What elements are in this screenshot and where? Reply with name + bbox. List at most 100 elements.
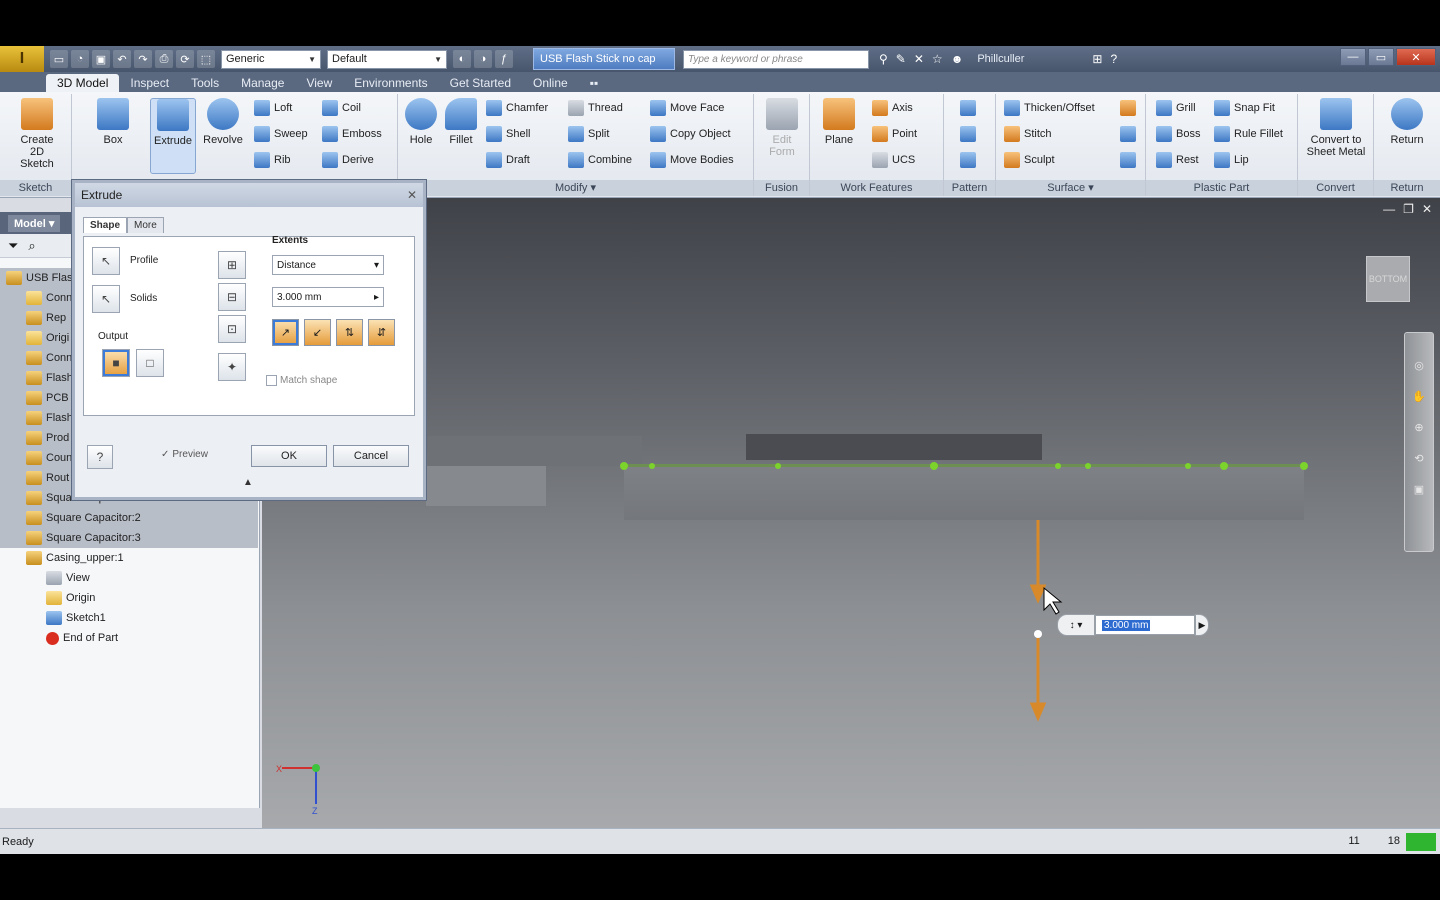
tab-more[interactable]: More [127,217,164,233]
thicken-offset-button[interactable]: Thicken/Offset [1004,98,1095,118]
style-combo[interactable]: Default ▼ [327,49,447,69]
coil-button[interactable]: Coil [322,98,361,118]
solids-select-button[interactable]: ↖ [92,285,120,313]
exchange-icon[interactable]: ✕ [914,52,924,66]
match-shape-checkbox[interactable]: Match shape [266,375,337,386]
graphics-window[interactable]: — ❐ ✕ BOTTOM ◎ ✋ ⊕ ⟲ ▣ X Z ↕ ▾ 3.000 mm … [262,198,1440,828]
snap-fit-button[interactable]: Snap Fit [1214,98,1275,118]
output-solid-button[interactable]: ■ [102,349,130,377]
tree-item[interactable]: Square Capacitor:2 [0,508,258,528]
tab-online[interactable]: Online [522,74,579,92]
edit-form-button[interactable]: Edit Form [759,98,805,158]
undo-icon[interactable]: ↶ [113,50,131,68]
derive-button[interactable]: Derive [322,150,374,170]
join-button[interactable]: ⊞ [218,251,246,279]
filter-icon[interactable]: ⏷ [8,238,18,254]
cut-button[interactable]: ⊟ [218,283,246,311]
user-name[interactable]: Phillculler [977,53,1024,65]
asymmetric-button[interactable]: ⇵ [368,319,395,346]
sculpt-button[interactable]: Sculpt [1004,150,1055,170]
preview-checkbox[interactable]: ✓ Preview [161,449,208,460]
browser-tab-model[interactable]: Model ▾ [8,214,61,232]
print-icon[interactable]: ⎙ [155,50,173,68]
find-icon[interactable]: ⌕ [28,238,35,254]
circular-pattern-button[interactable] [960,124,976,144]
revolve-button[interactable]: Revolve [200,98,246,146]
tree-item[interactable]: Square Capacitor:3 [0,528,258,548]
tab-get-started[interactable]: Get Started [439,74,522,92]
function-icon[interactable]: ƒ [495,50,513,68]
distance-heads-up-input[interactable]: ↕ ▾ 3.000 mm ▶ [1057,614,1213,636]
extents-select[interactable]: Distance ▾ [272,255,384,275]
color-icon[interactable]: ◐ [453,50,471,68]
ok-button[interactable]: OK [251,445,327,467]
minimize-button[interactable]: — [1340,48,1366,66]
point-button[interactable]: Point [872,124,917,144]
output-surface-button[interactable]: □ [136,349,164,377]
rule-fillet-button[interactable]: Rule Fillet [1214,124,1283,144]
close-button[interactable]: ✕ [1396,48,1436,66]
help-button[interactable]: ? [87,445,113,469]
redo-icon[interactable]: ↷ [134,50,152,68]
symmetric-button[interactable]: ⇅ [336,319,363,346]
panel-label-surface[interactable]: Surface ▾ [996,180,1145,196]
draft-button[interactable]: Draft [486,150,530,170]
tab-overflow-icon[interactable]: ▪▪ [579,74,610,92]
fillet-button[interactable]: Fillet [438,98,484,146]
intersect-button[interactable]: ⊡ [218,315,246,343]
box-button[interactable]: Box [90,98,136,146]
axis-button[interactable]: Axis [872,98,913,118]
cancel-button[interactable]: Cancel [333,445,409,467]
plane-button[interactable]: Plane [816,98,862,146]
rib-button[interactable]: Rib [254,150,291,170]
tab-shape[interactable]: Shape [83,217,128,233]
emboss-button[interactable]: Emboss [322,124,382,144]
create-2d-sketch-button[interactable]: Create 2D Sketch [14,98,60,170]
tree-item[interactable]: Sketch1 [0,608,258,628]
tab-tools[interactable]: Tools [180,74,230,92]
combine-button[interactable]: Combine [568,150,632,170]
sweep-button[interactable]: Sweep [254,124,308,144]
tab-inspect[interactable]: Inspect [119,74,180,92]
lip-button[interactable]: Lip [1214,150,1249,170]
move-bodies-button[interactable]: Move Bodies [650,150,734,170]
distance-field[interactable]: 3.000 mm [1095,615,1195,635]
maximize-button[interactable]: ▭ [1368,48,1394,66]
direction-2-button[interactable]: ↙ [304,319,331,346]
search-input[interactable]: Type a keyword or phrase [683,49,869,69]
binoculars-icon[interactable]: ⚲ [879,52,888,66]
tab-manage[interactable]: Manage [230,74,295,92]
trim-button[interactable] [1120,124,1136,144]
tree-item[interactable]: End of Part [0,628,258,648]
tab-3d-model[interactable]: 3D Model [46,74,120,92]
tree-item-active-part[interactable]: Casing_upper:1 [0,548,258,568]
panel-label-modify[interactable]: Modify ▾ [398,180,753,196]
close-icon[interactable]: ✕ [407,188,417,202]
boss-button[interactable]: Boss [1156,124,1200,144]
chamfer-button[interactable]: Chamfer [486,98,548,118]
delete-face-button[interactable] [1120,150,1136,170]
appearance-combo[interactable]: Generic ▼ [221,49,321,69]
expand-dialog-icon[interactable]: ▲ [243,477,253,488]
new-icon[interactable]: ▭ [50,50,68,68]
material-icon[interactable]: ◑ [474,50,492,68]
save-icon[interactable]: ▣ [92,50,110,68]
direction-1-button[interactable]: ↗ [272,319,299,346]
rest-button[interactable]: Rest [1156,150,1199,170]
open-icon[interactable]: ◔ [71,50,89,68]
user-icon[interactable]: ☻ [951,52,964,66]
mirror-button[interactable] [960,150,976,170]
thread-button[interactable]: Thread [568,98,623,118]
tree-item[interactable]: Origin [0,588,258,608]
loft-button[interactable]: Loft [254,98,292,118]
wrench-icon[interactable]: ✎ [896,52,906,66]
tree-item[interactable]: View [0,568,258,588]
rectangular-pattern-button[interactable] [960,98,976,118]
shell-button[interactable]: Shell [486,124,530,144]
star-icon[interactable]: ☆ [932,52,943,66]
tab-environments[interactable]: Environments [343,74,438,92]
stitch-button[interactable]: Stitch [1004,124,1052,144]
patch-button[interactable] [1120,98,1136,118]
split-button[interactable]: Split [568,124,609,144]
ucs-button[interactable]: UCS [872,150,915,170]
